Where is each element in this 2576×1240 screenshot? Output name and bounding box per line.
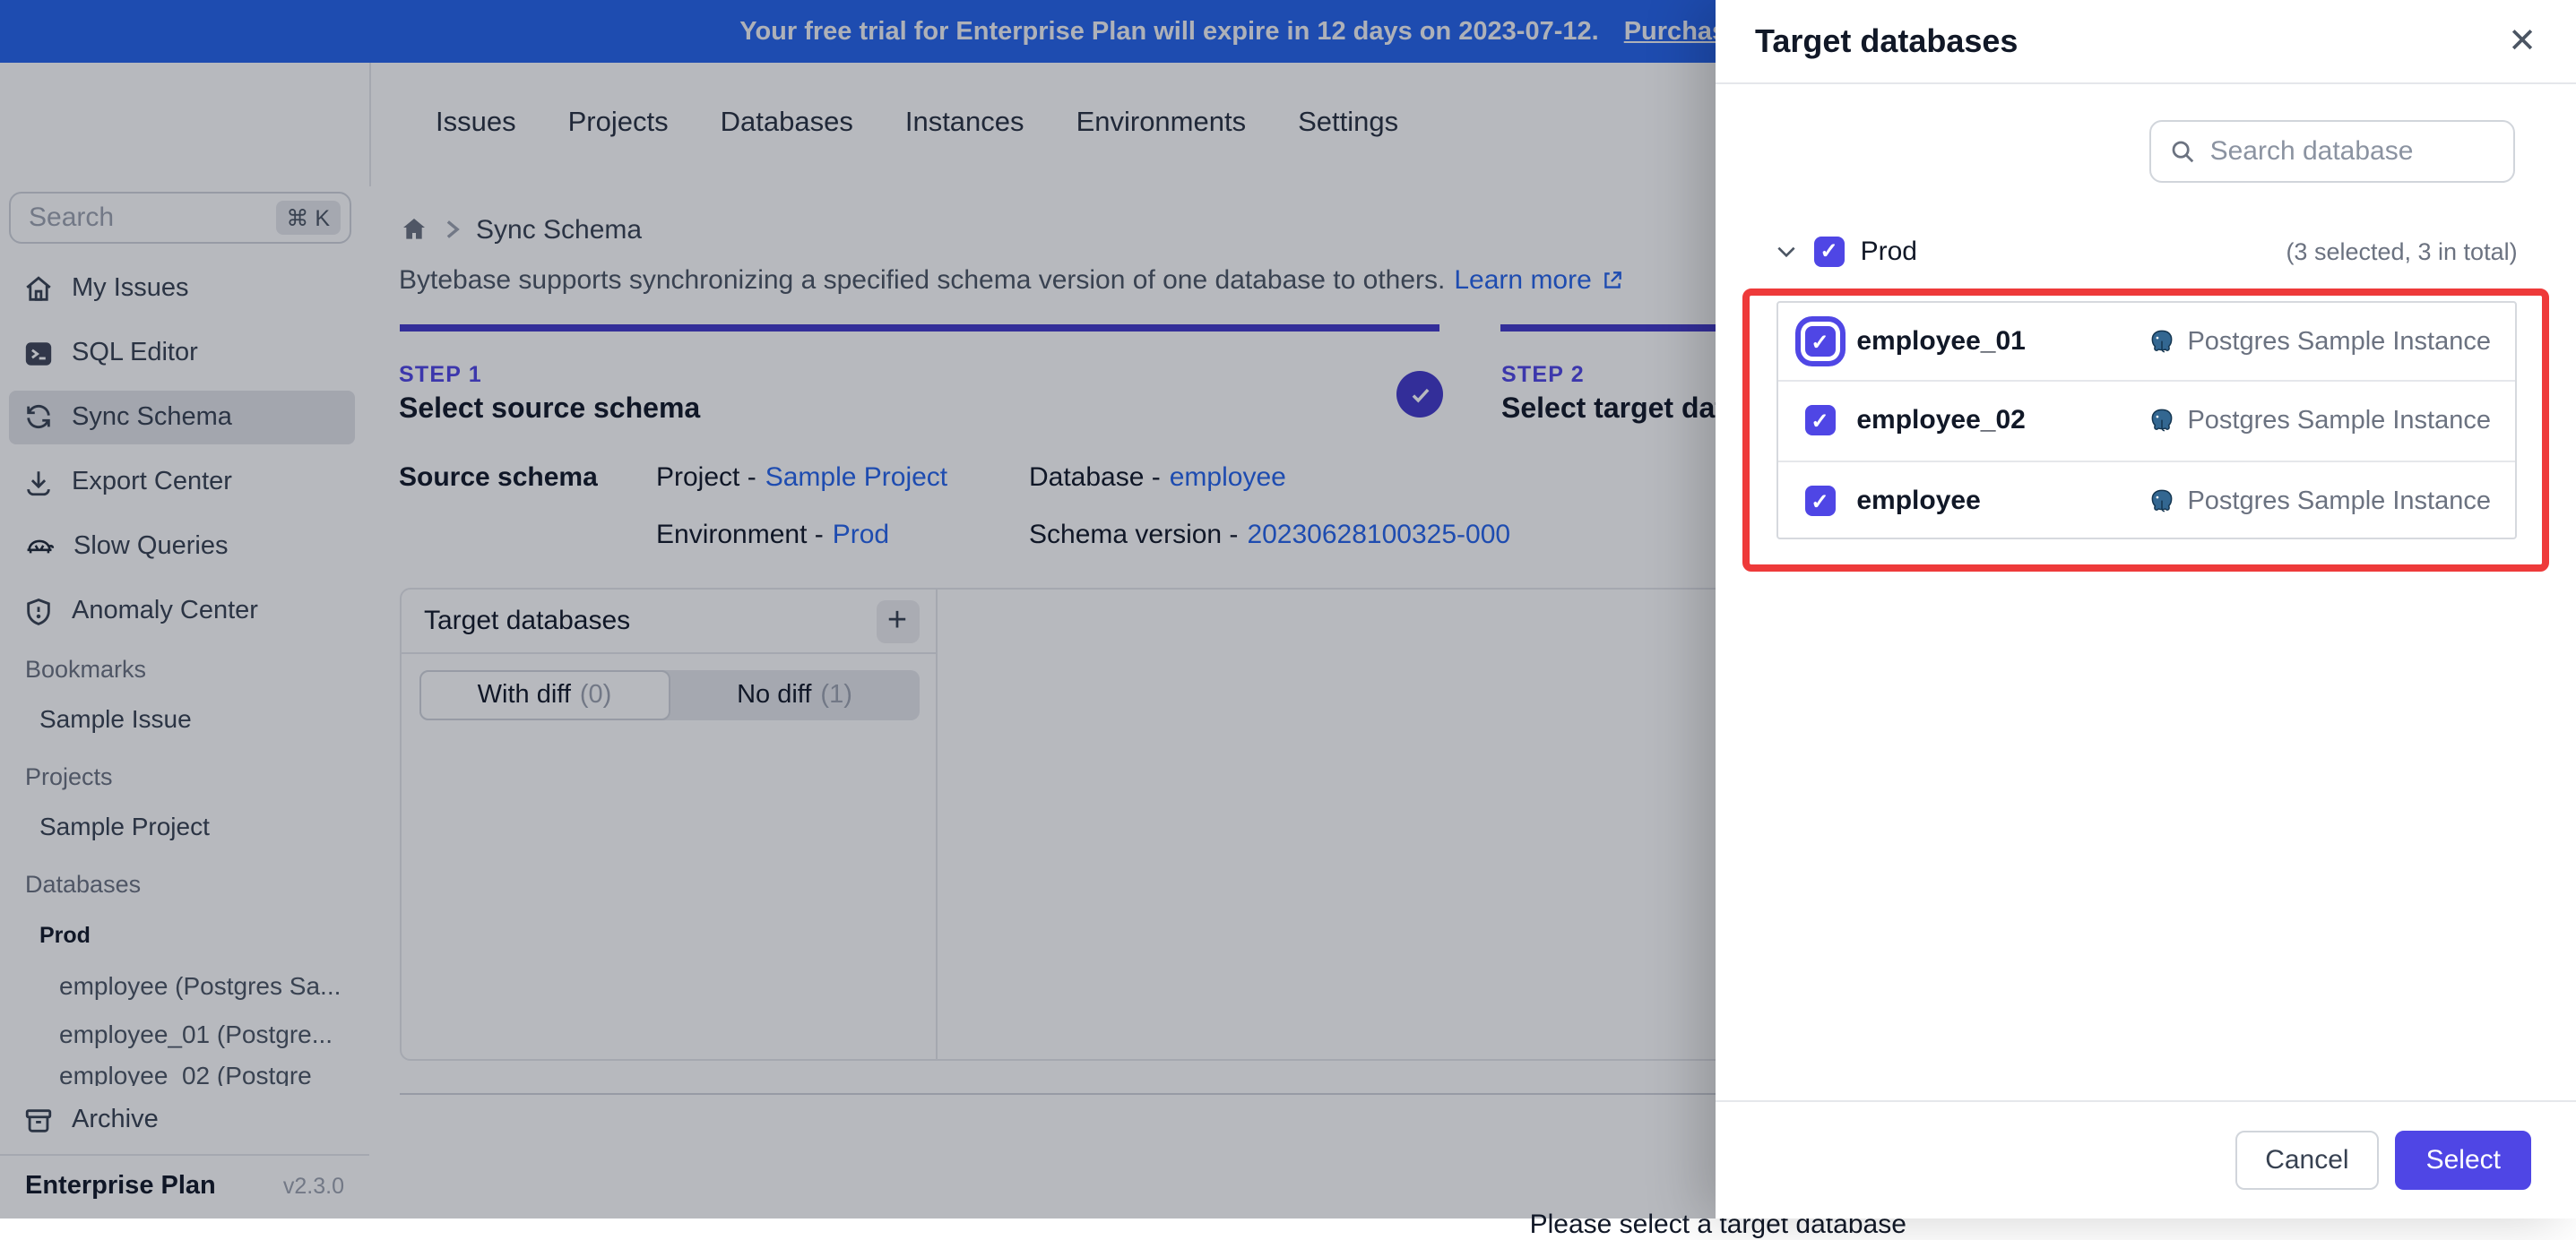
chevron-down-icon[interactable] bbox=[1775, 239, 1798, 263]
select-button[interactable]: Select bbox=[2395, 1131, 2531, 1190]
database-checkbox[interactable]: ✓ bbox=[1804, 326, 1836, 357]
modal-header: Target databases ✕ bbox=[1716, 0, 2576, 84]
database-search-input[interactable]: Search database bbox=[2148, 119, 2516, 183]
instance-info: Postgres Sample Instance bbox=[2148, 327, 2491, 356]
group-checkbox[interactable]: ✓ bbox=[1813, 236, 1845, 266]
database-row-employee-02[interactable]: ✓ employee_02 Postgres Sample Instance bbox=[1777, 383, 2516, 462]
group-selection-summary: (3 selected, 3 in total) bbox=[2286, 237, 2518, 264]
database-checkbox[interactable]: ✓ bbox=[1804, 405, 1836, 436]
cancel-button[interactable]: Cancel bbox=[2235, 1131, 2380, 1190]
group-name: Prod bbox=[1860, 236, 1917, 266]
target-databases-modal: Target databases ✕ Search database ✓ Pro… bbox=[1716, 0, 2576, 1218]
database-row-employee[interactable]: ✓ employee Postgres Sample Instance bbox=[1777, 461, 2516, 541]
instance-info: Postgres Sample Instance bbox=[2148, 487, 2491, 515]
environment-group-row: ✓ Prod (3 selected, 3 in total) bbox=[1775, 229, 2518, 272]
modal-title: Target databases bbox=[1755, 22, 2018, 58]
database-name: employee_01 bbox=[1856, 326, 2026, 357]
instance-info: Postgres Sample Instance bbox=[2148, 407, 2491, 435]
database-name: employee_02 bbox=[1856, 405, 2026, 436]
modal-footer: Cancel Select bbox=[1716, 1100, 2576, 1218]
database-search-placeholder: Search database bbox=[2209, 135, 2414, 167]
database-row-employee-01[interactable]: ✓ employee_01 Postgres Sample Instance bbox=[1777, 303, 2516, 383]
close-icon[interactable]: ✕ bbox=[2508, 24, 2537, 58]
database-checkbox[interactable]: ✓ bbox=[1804, 486, 1836, 517]
postgres-icon bbox=[2152, 489, 2173, 512]
database-list: ✓ employee_01 Postgres Sample Instance ✓… bbox=[1776, 301, 2518, 539]
bytebase-app: Your free trial for Enterprise Plan will… bbox=[0, 0, 2576, 1240]
database-name: employee bbox=[1856, 486, 1981, 517]
instance-name: Postgres Sample Instance bbox=[2187, 487, 2491, 516]
postgres-icon bbox=[2152, 329, 2173, 352]
instance-name: Postgres Sample Instance bbox=[2187, 406, 2491, 435]
postgres-icon bbox=[2152, 409, 2173, 432]
search-icon bbox=[2172, 141, 2193, 162]
instance-name: Postgres Sample Instance bbox=[2187, 327, 2491, 357]
